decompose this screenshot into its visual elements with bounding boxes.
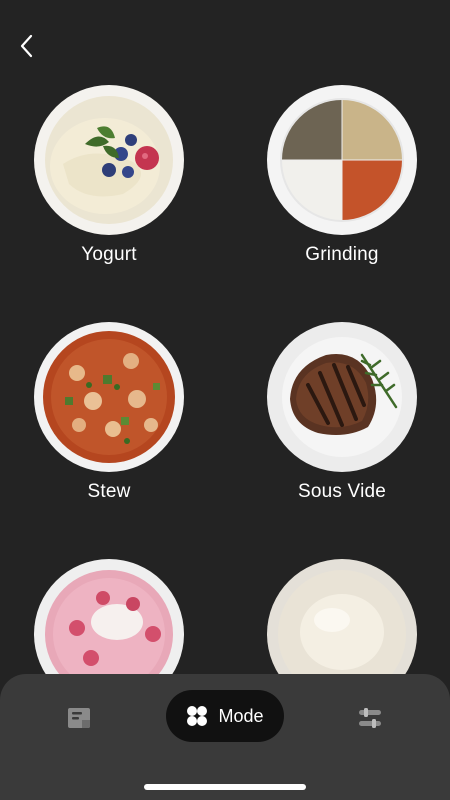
mode-label-yogurt: Yogurt	[81, 244, 137, 265]
tab-settings[interactable]	[350, 702, 390, 734]
mode-card-grinding[interactable]: Grinding	[252, 84, 432, 266]
grinding-image	[267, 85, 417, 235]
tab-mode[interactable]: Mode	[166, 690, 284, 742]
home-indicator[interactable]	[144, 784, 306, 790]
mode-label-stew: Stew	[87, 481, 131, 502]
mode-card-yogurt[interactable]: Yogurt	[19, 84, 199, 266]
sliders-icon	[359, 708, 381, 728]
tab-recipes[interactable]	[60, 702, 100, 734]
mode-label-grinding: Grinding	[305, 244, 379, 265]
tab-mode-label: Mode	[218, 705, 264, 726]
mode-card-stew[interactable]: Stew	[19, 321, 199, 503]
sous-vide-image	[267, 322, 417, 472]
mode-card-sous-vide[interactable]: Sous Vide	[252, 321, 432, 503]
four-petal-icon	[187, 706, 208, 726]
bottom-nav-bar: Mode	[0, 674, 450, 800]
mode-label-sous-vide: Sous Vide	[297, 481, 387, 502]
recipe-book-icon	[68, 708, 90, 728]
stew-image	[34, 322, 184, 472]
yogurt-image	[34, 85, 184, 235]
